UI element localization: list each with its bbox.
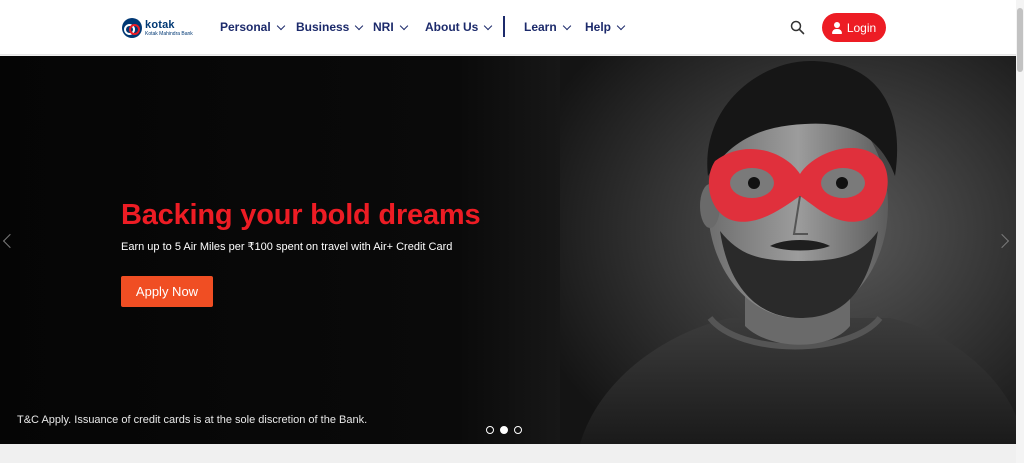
user-icon xyxy=(831,21,842,34)
chevron-down-icon xyxy=(484,21,493,30)
nav-item-label: About Us xyxy=(425,20,479,34)
nav-item-label: NRI xyxy=(373,20,394,34)
chevron-down-icon xyxy=(562,21,571,30)
hero-man-with-mask-image xyxy=(560,56,1016,444)
logo-subtitle: Kotak Mahindra Bank xyxy=(145,30,193,37)
nav-item-label: Business xyxy=(296,20,350,34)
kotak-logo[interactable]: kotak Kotak Mahindra Bank xyxy=(122,18,193,38)
nav-item-about-us[interactable]: About Us xyxy=(425,19,493,35)
nav-item-label: Learn xyxy=(524,20,557,34)
chevron-down-icon xyxy=(355,21,364,30)
logo-wordmark: kotak xyxy=(145,18,175,31)
nav-item-personal[interactable]: Personal xyxy=(220,19,285,35)
scrollbar-thumb[interactable] xyxy=(1017,8,1023,72)
carousel-dot-active[interactable] xyxy=(500,426,508,434)
hero-banner: Backing your bold dreams Earn up to 5 Ai… xyxy=(0,56,1016,444)
nav-item-label: Personal xyxy=(220,20,271,34)
login-button[interactable]: Login xyxy=(822,13,886,42)
nav-item-help[interactable]: Help xyxy=(585,19,626,35)
nav-item-learn[interactable]: Learn xyxy=(524,19,571,35)
apply-now-button[interactable]: Apply Now xyxy=(121,276,213,307)
nav-item-nri[interactable]: NRI xyxy=(373,19,408,35)
chevron-down-icon xyxy=(616,21,626,30)
carousel-indicators xyxy=(486,426,522,434)
kotak-logo-mark-icon xyxy=(122,18,142,38)
hero-title: Backing your bold dreams xyxy=(121,199,481,231)
carousel-dot[interactable] xyxy=(514,426,522,434)
nav-divider xyxy=(503,16,505,37)
site-header: kotak Kotak Mahindra Bank Personal Busin… xyxy=(0,0,1016,55)
chevron-down-icon xyxy=(276,21,285,30)
page-scrollbar[interactable] xyxy=(1016,0,1024,463)
hero-subtitle: Earn up to 5 Air Miles per ₹100 spent on… xyxy=(121,241,453,253)
chevron-left-icon[interactable] xyxy=(2,233,18,249)
chevron-down-icon xyxy=(399,21,408,30)
search-icon[interactable] xyxy=(790,20,805,35)
carousel-dot[interactable] xyxy=(486,426,494,434)
nav-item-label: Help xyxy=(585,20,612,34)
login-label: Login xyxy=(846,20,877,35)
nav-item-business[interactable]: Business xyxy=(296,19,364,35)
hero-disclaimer: T&C Apply. Issuance of credit cards is a… xyxy=(17,414,368,426)
